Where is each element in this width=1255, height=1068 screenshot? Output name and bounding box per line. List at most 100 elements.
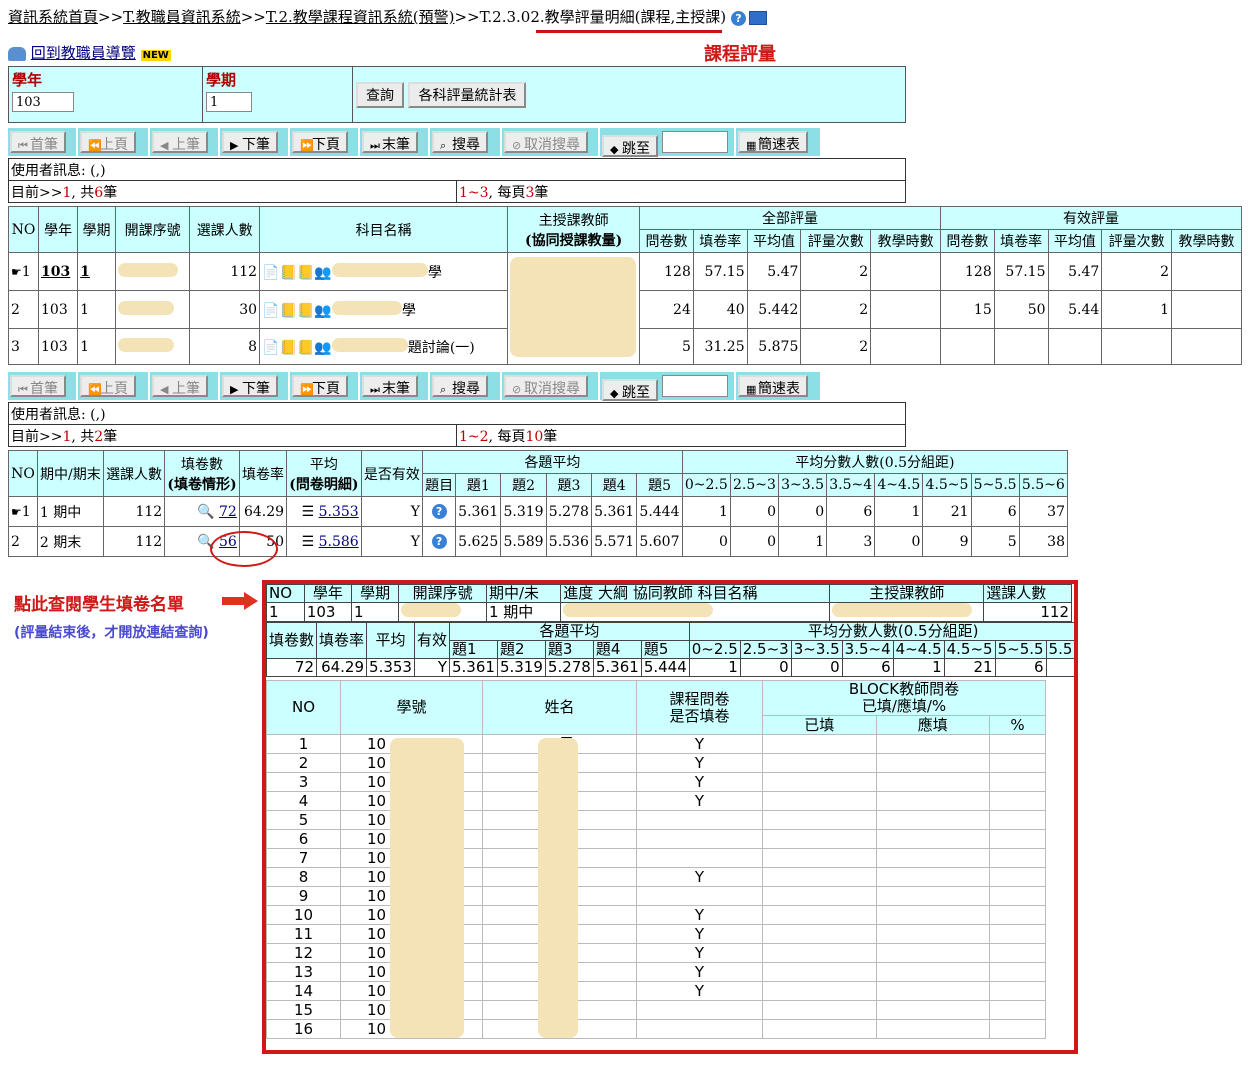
col-year: 學年 bbox=[37, 206, 79, 253]
last-button[interactable]: ⏭ 末筆 bbox=[362, 131, 418, 153]
col-term: 學期 bbox=[77, 206, 116, 253]
avg-link[interactable]: 5.586 bbox=[319, 534, 359, 550]
student-no: 16 bbox=[266, 1019, 341, 1039]
book-icon[interactable]: 📒📒 bbox=[280, 340, 315, 356]
breadcrumb-staff-link[interactable]: T.教職員資訊系統 bbox=[123, 8, 241, 26]
stats-button[interactable]: 各科評量統計表 bbox=[408, 81, 527, 108]
block-pct bbox=[989, 1000, 1046, 1020]
student-row: 1210汝Y bbox=[266, 943, 1046, 963]
quick-table-button[interactable]: ▦ 簡速表 bbox=[738, 131, 808, 153]
prev-icon: ◀ bbox=[160, 383, 169, 396]
term-input[interactable] bbox=[206, 92, 252, 112]
table-row[interactable]: 2 2 期末 112 🔍 56 50 ☰ 5.586 Y ? 5.625 5.58… bbox=[8, 526, 1069, 557]
user-message: 使用者訊息: (,) bbox=[8, 158, 906, 181]
student-no: 5 bbox=[266, 810, 341, 830]
list-icon[interactable]: ☰ bbox=[302, 504, 315, 520]
block-pct bbox=[989, 981, 1046, 1001]
cancel-search-button[interactable]: ⊘ 取消搜尋 bbox=[504, 131, 588, 153]
student-row: 1610婷 bbox=[266, 1019, 1046, 1039]
prev-page-button[interactable]: ⏪上頁 bbox=[80, 375, 136, 397]
first-button[interactable]: ⏮ 首筆 bbox=[10, 375, 66, 397]
redacted-student-ids bbox=[390, 738, 464, 1038]
jump-button[interactable]: ◆ 跳至 bbox=[602, 379, 658, 401]
block-pct bbox=[989, 962, 1046, 982]
redacted-teacher bbox=[510, 256, 637, 357]
redacted-serial bbox=[117, 300, 174, 315]
quick-table-button[interactable]: ▦ 簡速表 bbox=[738, 375, 808, 397]
student-fill-list-popup: NO 學年 學期 開課序號 期中/未 進度 大綱 協同教師 科目名稱 主授課教師 選課人數 1… bbox=[262, 580, 1078, 1054]
popup-course-table: NO 學年 學期 開課序號 期中/未 進度 大綱 協同教師 科目名稱 主授課教師 選課人數 1… bbox=[266, 584, 1072, 622]
cancel-search-button[interactable]: ⊘ 取消搜尋 bbox=[504, 375, 588, 397]
cancel-search-icon: ⊘ bbox=[512, 139, 522, 152]
student-filled: Y bbox=[636, 791, 763, 811]
jump-icon: ◆ bbox=[610, 387, 619, 400]
jump-input[interactable] bbox=[662, 375, 729, 397]
student-filled: Y bbox=[636, 867, 763, 887]
block-should bbox=[875, 1019, 991, 1039]
block-pct bbox=[989, 791, 1046, 811]
block-pct bbox=[989, 734, 1046, 754]
document-icon: 📄 bbox=[262, 339, 280, 356]
search-button[interactable]: ⌕ 搜尋 bbox=[432, 375, 488, 397]
student-filled: Y bbox=[636, 981, 763, 1001]
breadcrumb-home-link[interactable]: 資訊系統首頁 bbox=[8, 8, 98, 26]
filled-link[interactable]: 72 bbox=[219, 504, 237, 520]
next-button[interactable]: ▶ 下筆 bbox=[222, 375, 278, 397]
year-link[interactable]: 103 bbox=[41, 264, 70, 280]
list-icon[interactable]: ☰ bbox=[302, 534, 315, 550]
student-no: 8 bbox=[266, 867, 341, 887]
term-link[interactable]: 1 bbox=[80, 264, 90, 280]
jump-input[interactable] bbox=[662, 131, 729, 153]
next-icon: ▶ bbox=[230, 383, 239, 396]
student-filled bbox=[636, 886, 763, 906]
people-icon bbox=[8, 47, 26, 61]
student-list-table: NO 學號 姓名 課程問卷 是否填卷 BLOCK教師問卷 已填/應填/% 已填 應填%… bbox=[266, 680, 1046, 1039]
course-table: NO 學年 學期 開課序號 選課人數 科目名稱 主授課教師 (協同授課教量) 全部… bbox=[8, 206, 1243, 365]
table-row[interactable]: ☛1 1 期中 112 🔍 72 64.29 ☰ 5.353 Y ? 5.361… bbox=[8, 496, 1069, 527]
block-should bbox=[875, 886, 991, 906]
block-pct bbox=[989, 924, 1046, 944]
users-icon[interactable]: 👥 bbox=[314, 340, 331, 356]
avg-link[interactable]: 5.353 bbox=[319, 504, 359, 520]
query-form: 學年 學期 查詢 各科評量統計表 bbox=[8, 66, 906, 123]
back-link[interactable]: 回到教職員導覽 bbox=[31, 44, 136, 62]
col-no: NO bbox=[8, 206, 39, 253]
student-no: 3 bbox=[266, 772, 341, 792]
col-enrolled: 選課人數 bbox=[189, 206, 261, 253]
student-filled: Y bbox=[636, 943, 763, 963]
prev-page-button[interactable]: ⏪上頁 bbox=[80, 131, 136, 153]
jump-button[interactable]: ◆ 跳至 bbox=[602, 135, 658, 157]
block-filled bbox=[762, 905, 877, 925]
users-icon[interactable]: 👥 bbox=[314, 303, 331, 319]
search-icon: ⌕ bbox=[440, 383, 447, 396]
next-page-button[interactable]: ⏩下頁 bbox=[292, 375, 348, 397]
block-should bbox=[875, 772, 991, 792]
search-button[interactable]: ⌕ 搜尋 bbox=[432, 131, 488, 153]
edit-icon[interactable] bbox=[748, 11, 767, 25]
col-valid-eval: 有效評量 bbox=[939, 206, 1243, 230]
student-row: 310爺Y bbox=[266, 772, 1046, 792]
first-button[interactable]: ⏮ 首筆 bbox=[10, 131, 66, 153]
table-row[interactable]: ☛1 103 1 112 📄📒📒👥 學 128 57.15 5.47 2 128 57.1… bbox=[8, 252, 1242, 365]
info-panel-2: 使用者訊息: (,) 目前>>1, 共2筆 1~2, 每頁10筆 bbox=[8, 402, 906, 447]
student-row: 1310閔Y bbox=[266, 962, 1046, 982]
last-button[interactable]: ⏭ 末筆 bbox=[362, 375, 418, 397]
query-button[interactable]: 查詢 bbox=[356, 81, 404, 108]
prev-button[interactable]: ◀ 上筆 bbox=[152, 131, 208, 153]
question-icon[interactable]: ? bbox=[431, 534, 447, 549]
question-icon[interactable]: ? bbox=[431, 504, 447, 519]
book-icon[interactable]: 📒📒 bbox=[280, 265, 315, 281]
breadcrumb-course-link[interactable]: T.2.教學課程資訊系統(預警) bbox=[266, 8, 455, 26]
block-filled bbox=[762, 1019, 877, 1039]
new-badge: NEW bbox=[140, 50, 171, 61]
users-icon[interactable]: 👥 bbox=[314, 265, 331, 281]
redacted-student-names bbox=[538, 738, 578, 1038]
year-input[interactable] bbox=[12, 92, 74, 112]
block-pct bbox=[989, 943, 1046, 963]
prev-button[interactable]: ◀ 上筆 bbox=[152, 375, 208, 397]
users-search-icon[interactable]: 🔍 bbox=[197, 504, 214, 520]
book-icon[interactable]: 📒📒 bbox=[280, 303, 315, 319]
next-page-button[interactable]: ⏩下頁 bbox=[292, 131, 348, 153]
next-button[interactable]: ▶ 下筆 bbox=[222, 131, 278, 153]
help-icon[interactable]: ? bbox=[730, 10, 746, 26]
